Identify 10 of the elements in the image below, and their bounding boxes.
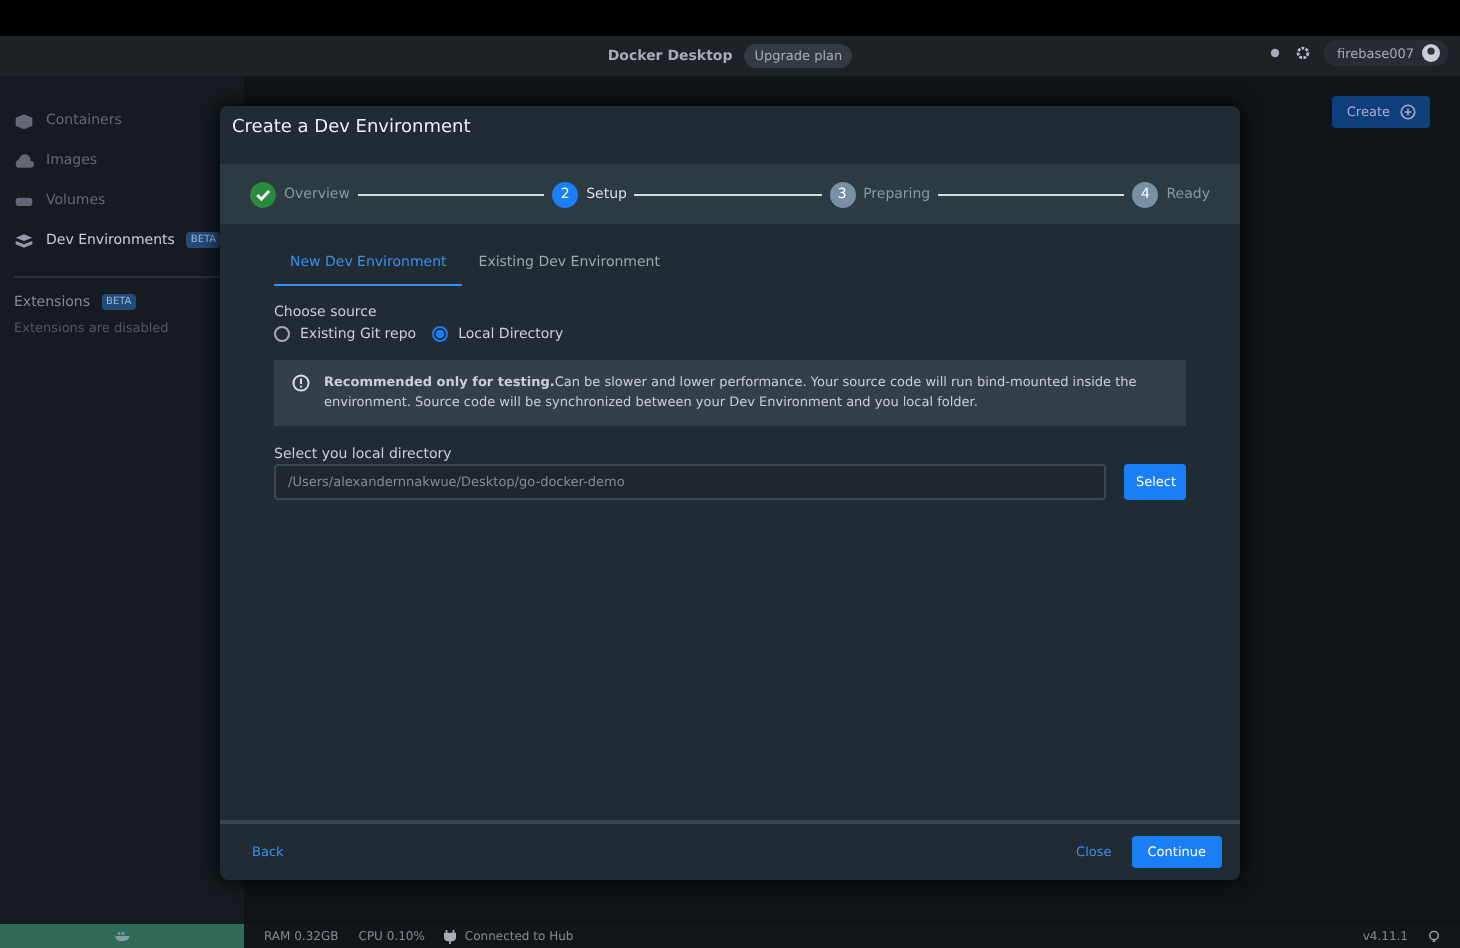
dialog-title: Create a Dev Environment: [230, 116, 473, 142]
layers-icon: [14, 231, 34, 249]
plus-circle-icon: [1400, 104, 1416, 120]
info-icon: [292, 374, 310, 392]
plug-icon: [444, 929, 457, 943]
avatar-icon: [1422, 44, 1440, 62]
settings-icon[interactable]: [1296, 46, 1311, 60]
cloud-icon: [14, 151, 34, 169]
whale-icon: [113, 930, 131, 942]
box-icon: [14, 111, 34, 129]
